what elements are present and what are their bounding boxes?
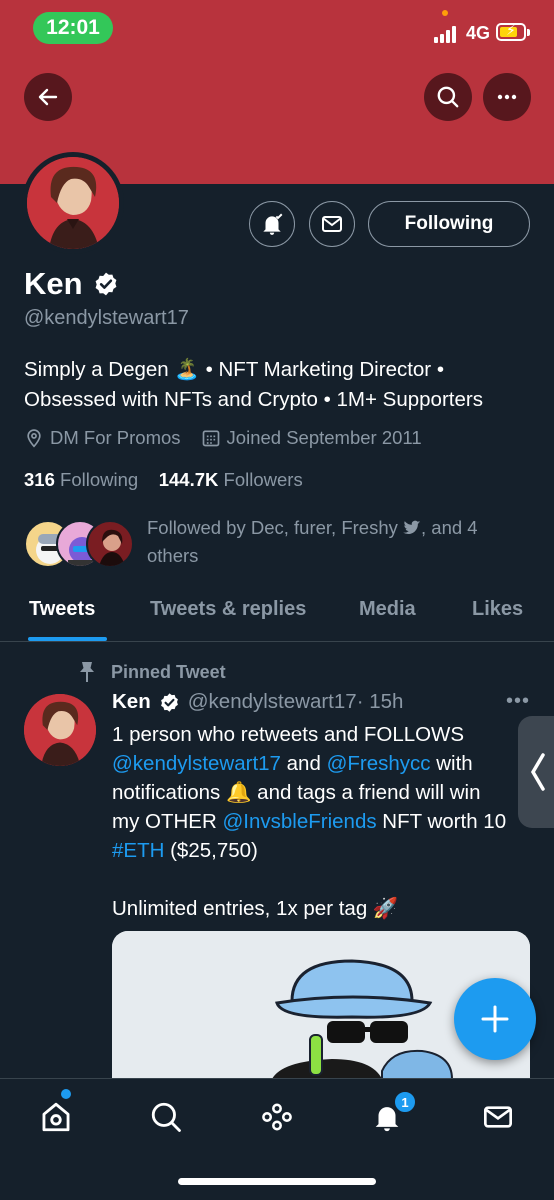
- nav-home[interactable]: [36, 1097, 76, 1137]
- battery-tip: [527, 29, 530, 36]
- mention-link[interactable]: @kendylstewart17: [112, 752, 281, 775]
- following-stat[interactable]: 316 Following: [24, 469, 138, 490]
- mention-link[interactable]: @InvsbleFriends: [222, 810, 376, 833]
- calendar-icon: [202, 430, 219, 447]
- profile-name: Ken: [24, 266, 83, 301]
- tweet-text: 1 person who retweets and FOLLOWS @kendy…: [112, 723, 507, 920]
- followed-by-text[interactable]: Followed by Dec, furer, Freshy , and 4 o…: [147, 514, 527, 570]
- envelope-icon: [484, 1106, 512, 1128]
- tweet-author-name[interactable]: Ken: [112, 690, 151, 714]
- bio-line: Obsessed with NFTs and Crypto • 1M+ Supp…: [24, 388, 483, 411]
- tweet-header: Ken @kendylstewart17· 15h: [112, 690, 403, 714]
- status-time: 12:01: [33, 12, 113, 44]
- avatar-illustration: [24, 694, 96, 766]
- verified-badge-icon: [160, 692, 178, 712]
- followed-by-avatars[interactable]: [24, 520, 136, 572]
- compose-tweet-button[interactable]: [454, 978, 536, 1060]
- location-item: DM For Promos: [24, 427, 181, 449]
- profile-bio: Simply a Degen 🏝️ • NFT Marketing Direct…: [24, 355, 534, 415]
- search-button[interactable]: [424, 73, 472, 121]
- tab-media[interactable]: Media: [359, 598, 416, 621]
- joined-text: Joined September 2011: [226, 427, 422, 448]
- location-text: DM For Promos: [50, 427, 181, 448]
- envelope-icon: [322, 216, 342, 232]
- notifications-badge: 1: [393, 1090, 417, 1114]
- tab-tweets-replies[interactable]: Tweets & replies: [150, 598, 306, 621]
- active-tab-indicator: [28, 637, 107, 641]
- joined-item: Joined September 2011: [201, 427, 422, 449]
- search-icon: [437, 86, 459, 108]
- tweet-more-icon[interactable]: •••: [506, 690, 530, 713]
- home-icon: [42, 1102, 70, 1132]
- followers-stat[interactable]: 144.7K Followers: [159, 469, 303, 490]
- bell-check-icon: [263, 213, 283, 235]
- bio-line: Simply a Degen 🏝️ • NFT Marketing Direct…: [24, 358, 445, 381]
- side-drawer-handle[interactable]: [518, 716, 554, 828]
- more-icon: [497, 94, 517, 100]
- nav-search[interactable]: [146, 1097, 186, 1137]
- tab-likes[interactable]: Likes: [472, 598, 523, 621]
- tab-tweets[interactable]: Tweets: [29, 598, 95, 621]
- message-button[interactable]: [309, 201, 355, 247]
- verified-badge-icon: [95, 272, 116, 296]
- bird-icon: [403, 520, 421, 534]
- profile-tabs: Tweets Tweets & replies Media Likes: [0, 592, 554, 642]
- search-icon: [151, 1102, 181, 1132]
- profile-name-row: Ken: [24, 266, 119, 302]
- home-indicator: [178, 1178, 376, 1185]
- tweet-author-avatar[interactable]: [24, 694, 96, 766]
- notifications-toggle-button[interactable]: [249, 201, 295, 247]
- profile-avatar[interactable]: [22, 152, 124, 254]
- mention-link[interactable]: @Freshycc: [327, 752, 431, 775]
- chevron-left-icon: [530, 753, 545, 791]
- pin-icon: [80, 662, 94, 682]
- plus-icon: [481, 1005, 509, 1033]
- follower-avatar: [86, 520, 134, 568]
- battery-icon: ⚡: [496, 22, 526, 41]
- nav-spaces[interactable]: [257, 1097, 297, 1137]
- back-arrow-icon: [38, 88, 58, 106]
- home-notification-dot: [61, 1089, 71, 1099]
- location-pin-icon: [27, 429, 41, 448]
- profile-meta: DM For Promos Joined September 2011: [24, 427, 442, 449]
- privacy-indicator-dot: [442, 10, 448, 16]
- following-button[interactable]: Following: [368, 201, 530, 247]
- spaces-icon: [262, 1103, 292, 1131]
- follow-stats: 316 Following 144.7K Followers: [24, 469, 303, 491]
- pinned-label: Pinned Tweet: [78, 661, 226, 683]
- network-type: 4G: [466, 23, 491, 43]
- profile-handle: @kendylstewart17: [24, 307, 189, 329]
- avatar-illustration: [27, 157, 119, 249]
- more-options-button[interactable]: [483, 73, 531, 121]
- signal-icon: [434, 25, 460, 43]
- hashtag-link[interactable]: #ETH: [112, 839, 164, 862]
- nav-messages[interactable]: [478, 1097, 518, 1137]
- tweet-author-handle: @kendylstewart17· 15h: [187, 690, 404, 713]
- back-button[interactable]: [24, 73, 72, 121]
